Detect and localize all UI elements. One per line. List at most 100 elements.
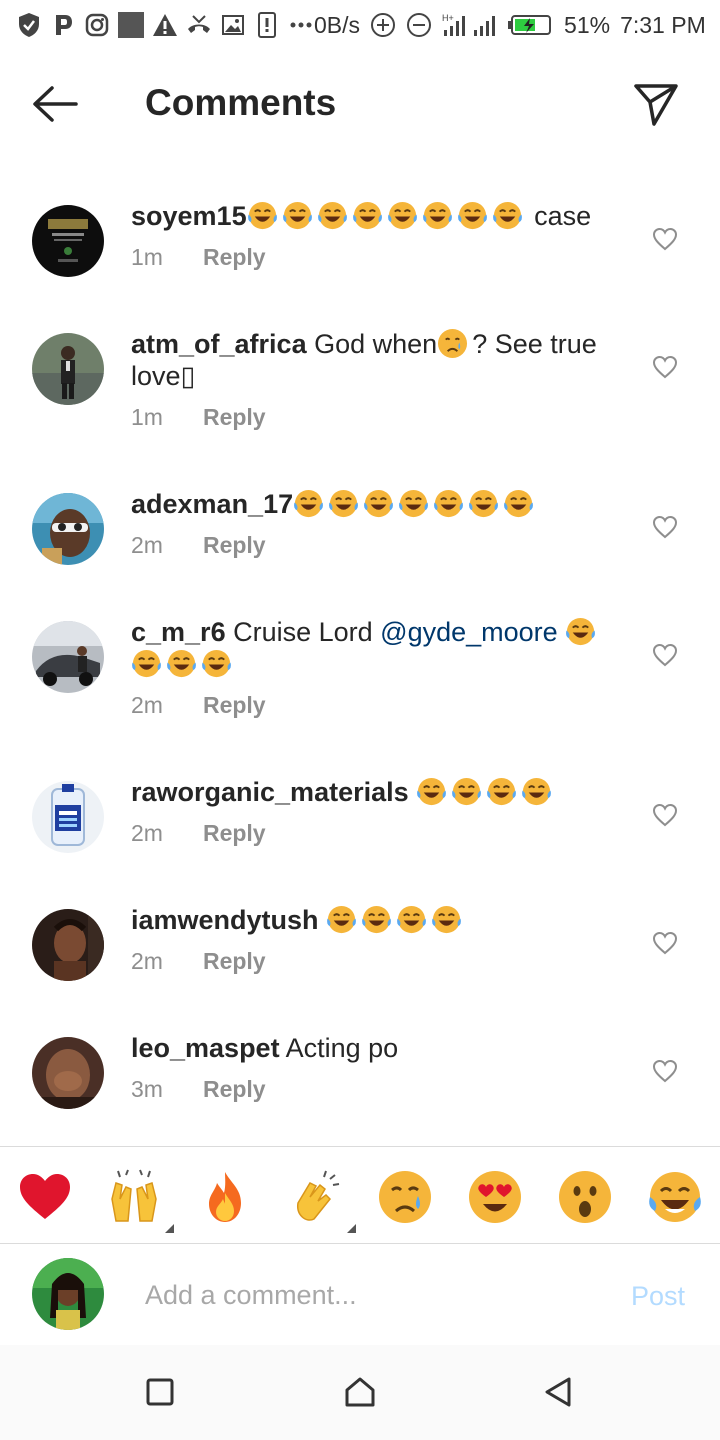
- comment-input[interactable]: [145, 1275, 595, 1315]
- like-button[interactable]: [652, 643, 678, 667]
- heart-outline-icon: [652, 803, 678, 827]
- home-button[interactable]: [343, 1375, 377, 1409]
- tears-of-joy-icon: [247, 201, 277, 230]
- like-button[interactable]: [652, 355, 678, 379]
- back-button[interactable]: [30, 82, 80, 126]
- crying-face-icon: [438, 328, 468, 359]
- comment-body: leo_maspet Acting po 3m Reply: [131, 1032, 611, 1103]
- tears-of-joy-icon: [487, 777, 517, 806]
- tears-of-joy-icon: [294, 489, 324, 518]
- reply-button[interactable]: Reply: [203, 692, 266, 719]
- comment-text: raworganic_materials: [131, 776, 611, 808]
- tears-of-joy-icon: [566, 617, 596, 646]
- comment-body: soyem15 case 1m Reply: [131, 200, 611, 271]
- comment-username[interactable]: leo_maspet: [131, 1033, 280, 1063]
- reply-button[interactable]: Reply: [203, 820, 266, 847]
- reaction-fire[interactable]: [197, 1169, 253, 1225]
- like-button[interactable]: [652, 515, 678, 539]
- back-arrow-icon: [33, 86, 78, 122]
- triangle-back-icon: [545, 1377, 571, 1407]
- reaction-clapping-hands[interactable]: [288, 1169, 356, 1233]
- comment-username[interactable]: atm_of_africa: [131, 329, 307, 359]
- comment-time: 2m: [131, 532, 163, 558]
- tears-of-joy-icon: [282, 201, 312, 230]
- status-right: 0B/s H+ 51% 7:31 PM: [314, 12, 706, 39]
- share-button[interactable]: [632, 80, 680, 128]
- comment-username[interactable]: c_m_r6: [131, 617, 226, 647]
- like-button[interactable]: [652, 803, 678, 827]
- instagram-icon: [84, 12, 110, 38]
- comment-username[interactable]: soyem15: [131, 201, 247, 231]
- comment-body: adexman_17 2m Reply: [131, 488, 611, 559]
- tears-of-joy-icon: [504, 489, 534, 518]
- reaction-heart-eyes[interactable]: [467, 1169, 523, 1225]
- like-button[interactable]: [652, 227, 678, 251]
- post-button[interactable]: Post: [631, 1281, 685, 1312]
- comment-username[interactable]: adexman_17: [131, 489, 293, 519]
- reaction-tears-of-joy[interactable]: [647, 1169, 703, 1225]
- avatar[interactable]: [32, 493, 104, 565]
- comment-meta: 2m Reply: [131, 532, 611, 559]
- comment-username[interactable]: iamwendytush: [131, 905, 319, 935]
- home-icon: [345, 1377, 375, 1407]
- tears-of-joy-icon: [422, 201, 452, 230]
- tears-of-joy-icon: [167, 649, 196, 678]
- comment-time: 3m: [131, 1076, 163, 1102]
- tears-of-joy-icon: [397, 905, 427, 934]
- emoji-row: [293, 489, 538, 519]
- square-icon: [118, 12, 144, 38]
- reply-button[interactable]: Reply: [203, 404, 266, 431]
- comment-time: 2m: [131, 692, 163, 718]
- tears-of-joy-icon: [432, 905, 462, 934]
- reply-button[interactable]: Reply: [203, 1076, 266, 1103]
- recents-button[interactable]: [143, 1375, 177, 1409]
- comment-body: raworganic_materials 2m Reply: [131, 776, 611, 847]
- reply-button[interactable]: Reply: [203, 948, 266, 975]
- back-nav-button[interactable]: [541, 1375, 575, 1409]
- comment-text: iamwendytush: [131, 904, 611, 936]
- crying-face-icon: [379, 1171, 431, 1223]
- like-button[interactable]: [652, 931, 678, 955]
- p-app-icon: [50, 12, 76, 38]
- emoji-row: [416, 777, 556, 807]
- comment-username[interactable]: raworganic_materials: [131, 777, 409, 807]
- heart-outline-icon: [652, 931, 678, 955]
- reply-button[interactable]: Reply: [203, 532, 266, 559]
- square-nav-icon: [146, 1378, 174, 1406]
- reply-button[interactable]: Reply: [203, 244, 266, 271]
- mention-link[interactable]: @gyde_moore: [380, 617, 558, 647]
- comment-text: soyem15 case: [131, 200, 611, 232]
- tears-of-joy-icon: [352, 201, 382, 230]
- reaction-heart[interactable]: [17, 1169, 73, 1225]
- like-button[interactable]: [652, 1059, 678, 1083]
- comment-meta: 1m Reply: [131, 244, 611, 271]
- reaction-surprised-face[interactable]: [557, 1169, 613, 1225]
- battery-icon: [508, 15, 552, 35]
- heart-outline-icon: [652, 643, 678, 667]
- comment-time: 2m: [131, 820, 163, 846]
- reaction-crying-face[interactable]: [377, 1169, 433, 1225]
- comment-text: atm_of_africa God when? See true love▯: [131, 328, 611, 392]
- reaction-raising-hands[interactable]: [106, 1169, 174, 1233]
- comment-meta: 1m Reply: [131, 404, 611, 431]
- avatar[interactable]: [32, 333, 104, 405]
- data-saver-icon: [371, 13, 396, 37]
- tears-of-joy-icon: [202, 649, 231, 678]
- heart-outline-icon: [652, 515, 678, 539]
- comment-text: c_m_r6 Cruise Lord @gyde_moore: [131, 616, 611, 680]
- tears-of-joy-icon: [492, 201, 522, 230]
- avatar[interactable]: [32, 621, 104, 693]
- avatar[interactable]: [32, 909, 104, 981]
- comment-message: Acting po: [279, 1033, 399, 1063]
- avatar[interactable]: [32, 781, 104, 853]
- shield-icon: [16, 12, 42, 38]
- dnd-icon: [407, 13, 432, 37]
- tears-of-joy-icon: [469, 489, 499, 518]
- avatar[interactable]: [32, 205, 104, 277]
- tears-of-joy-icon: [329, 489, 359, 518]
- header: Comments: [0, 60, 720, 150]
- tears-of-joy-icon: [327, 905, 357, 934]
- status-icons-left: [16, 12, 314, 38]
- avatar[interactable]: [32, 1037, 104, 1109]
- comment-text: adexman_17: [131, 488, 611, 520]
